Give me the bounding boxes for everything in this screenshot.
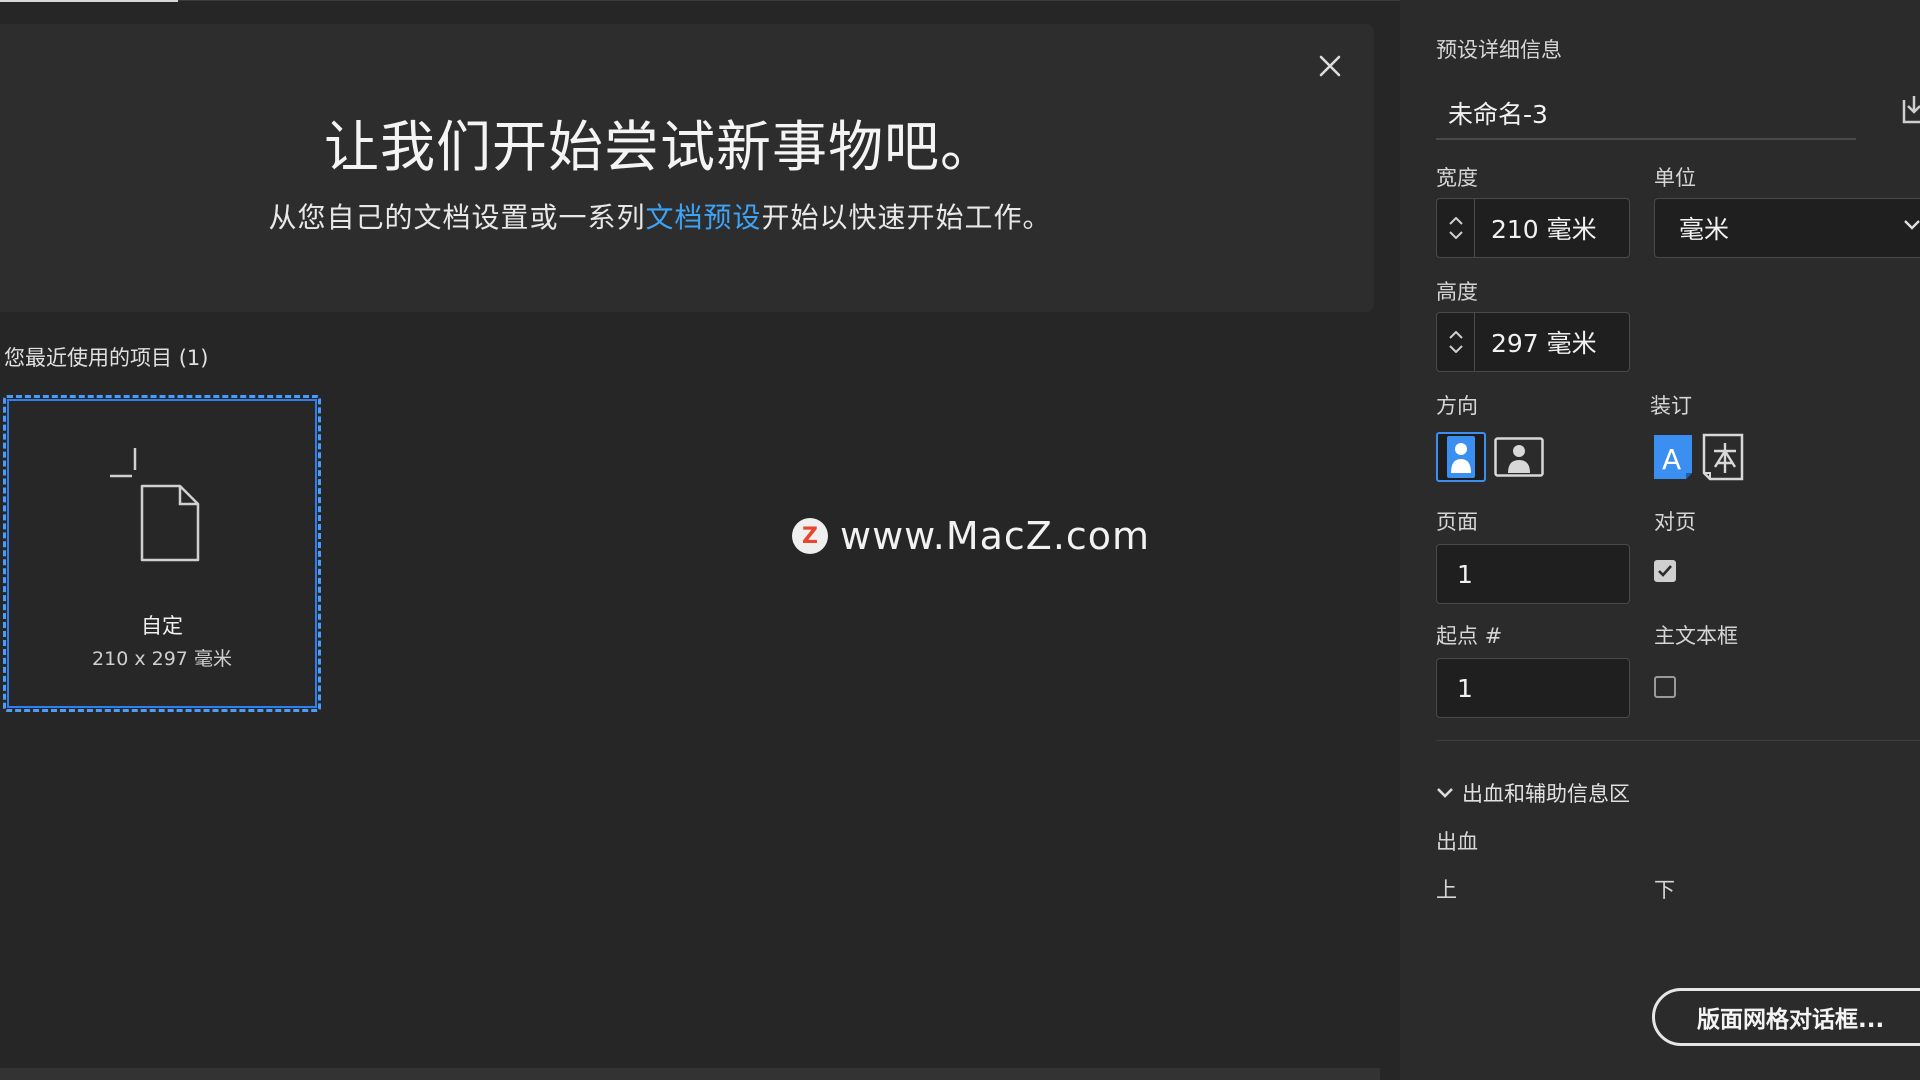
section-divider: [1436, 740, 1920, 741]
watermark-text: www.MacZ.com: [840, 514, 1151, 558]
height-stepper[interactable]: 297 毫米: [1436, 312, 1630, 372]
unit-select[interactable]: 毫米: [1654, 198, 1920, 258]
save-preset-icon[interactable]: [1902, 92, 1920, 126]
landscape-orientation-button[interactable]: [1494, 432, 1544, 482]
document-name-input[interactable]: [1436, 88, 1856, 140]
left-to-right-binding-icon: A: [1654, 435, 1692, 479]
panel-title: 预设详细信息: [1436, 38, 1562, 62]
chevron-down-icon: [1904, 220, 1920, 230]
bleed-bottom-label: 下: [1654, 878, 1675, 902]
svg-text:A: A: [1662, 443, 1681, 476]
height-value[interactable]: 297 毫米: [1475, 324, 1597, 360]
chevron-up-icon[interactable]: [1448, 217, 1463, 225]
portrait-orientation-button[interactable]: [1436, 432, 1486, 482]
landscape-icon: [1494, 437, 1544, 477]
unit-select-value: 毫米: [1679, 215, 1730, 244]
orientation-label: 方向: [1436, 394, 1478, 418]
hero-title: 让我们开始尝试新事物吧。: [323, 115, 996, 179]
hero-subtitle-before: 从您自己的文档设置或一系列: [268, 201, 646, 234]
welcome-hero: 让我们开始尝试新事物吧。 从您自己的文档设置或一系列文档预设开始以快速开始工作。: [0, 24, 1374, 312]
bleed-label: 出血: [1436, 830, 1478, 854]
width-value[interactable]: 210 毫米: [1475, 210, 1597, 246]
watermark-logo: Z: [792, 518, 828, 554]
facing-pages-label: 对页: [1654, 510, 1696, 534]
main-area: 让我们开始尝试新事物吧。 从您自己的文档设置或一系列文档预设开始以快速开始工作。…: [0, 0, 1400, 1080]
chevron-down-icon[interactable]: [1448, 345, 1463, 353]
checkmark-icon: [1658, 565, 1672, 577]
start-page-label: 起点 #: [1436, 624, 1503, 648]
recent-items-label: 您最近使用的项目 (1): [4, 342, 208, 372]
bleed-slug-section-toggle[interactable]: 出血和辅助信息区: [1436, 778, 1630, 808]
preset-details-panel: 预设详细信息 宽度 单位 210 毫米 毫米 高度 297 毫米 方向 装订: [1400, 0, 1920, 1080]
unit-label: 单位: [1654, 166, 1696, 190]
recent-item-name: 自定: [141, 614, 183, 638]
height-label: 高度: [1436, 280, 1478, 304]
pages-input[interactable]: 1: [1436, 544, 1630, 604]
height-stepper-arrows[interactable]: [1437, 313, 1475, 371]
width-stepper[interactable]: 210 毫米: [1436, 198, 1630, 258]
facing-pages-checkbox[interactable]: [1654, 560, 1676, 582]
primary-text-frame-checkbox[interactable]: [1654, 676, 1676, 698]
recent-item-card[interactable]: 自定 210 x 297 毫米: [3, 395, 321, 712]
width-label: 宽度: [1436, 166, 1478, 190]
close-button[interactable]: [1310, 46, 1350, 86]
portrait-icon: [1447, 436, 1475, 478]
chevron-down-icon[interactable]: [1448, 231, 1463, 239]
hero-subtitle-after: 开始以快速开始工作。: [761, 201, 1052, 234]
pages-label: 页面: [1436, 510, 1478, 534]
start-page-input[interactable]: 1: [1436, 658, 1630, 718]
primary-text-frame-label: 主文本框: [1654, 624, 1738, 648]
chevron-up-icon[interactable]: [1448, 331, 1463, 339]
active-tab-indicator: [0, 0, 178, 2]
recent-items-title: 您最近使用的项目: [4, 346, 172, 370]
top-border: [178, 0, 1400, 1]
close-icon: [1319, 55, 1341, 77]
watermark: Z www.MacZ.com: [792, 514, 1150, 558]
document-presets-link[interactable]: 文档预设: [645, 201, 761, 234]
binding-label: 装订: [1650, 394, 1692, 418]
hero-subtitle: 从您自己的文档设置或一系列文档预设开始以快速开始工作。: [0, 196, 1320, 236]
horizontal-scrollbar[interactable]: [0, 1068, 1380, 1080]
binding-left-to-right-button[interactable]: A: [1648, 432, 1698, 482]
recent-items-count: (1): [178, 346, 209, 370]
bleed-top-label: 上: [1436, 878, 1457, 902]
right-to-left-binding-icon: [1702, 433, 1744, 481]
new-document-icon: [110, 448, 200, 562]
bleed-slug-section-label: 出血和辅助信息区: [1462, 782, 1630, 806]
width-stepper-arrows[interactable]: [1437, 199, 1475, 257]
binding-right-to-left-button[interactable]: [1698, 432, 1748, 482]
layout-grid-dialog-button[interactable]: 版面网格对话框...: [1652, 988, 1920, 1046]
chevron-down-icon: [1437, 788, 1453, 798]
recent-item-size: 210 x 297 毫米: [92, 648, 232, 670]
